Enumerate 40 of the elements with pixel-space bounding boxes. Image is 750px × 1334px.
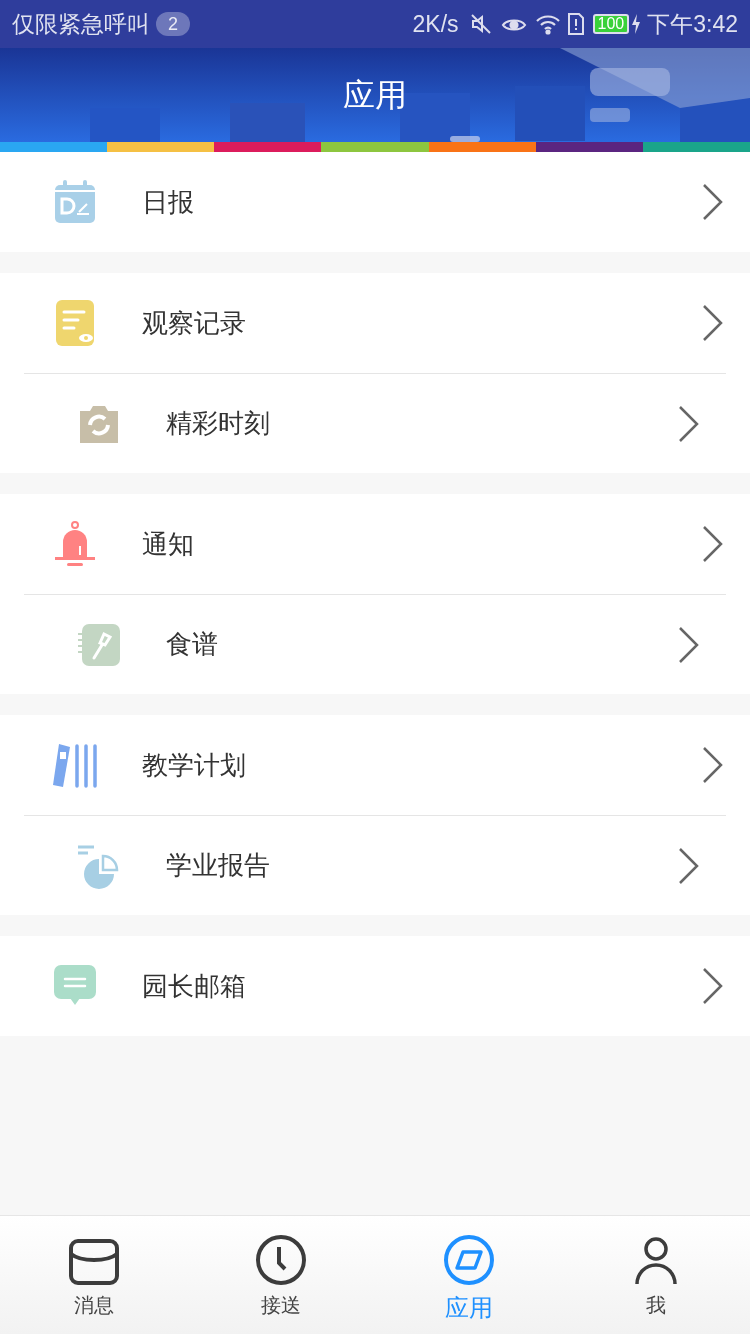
clock-time: 下午3:42 xyxy=(647,9,738,39)
person-icon xyxy=(634,1234,679,1286)
chevron-icon xyxy=(702,967,724,1005)
menu-item[interactable]: 日报 xyxy=(0,152,750,252)
mute-icon xyxy=(468,12,493,36)
menu-label: 通知 xyxy=(142,527,194,561)
menu-label: 教学计划 xyxy=(142,748,246,782)
menu-label: 学业报告 xyxy=(166,849,270,882)
compass-icon xyxy=(442,1234,495,1286)
network-speed: 2K/s xyxy=(412,9,459,39)
chevron-icon xyxy=(702,304,724,342)
chevron-icon xyxy=(678,846,700,885)
menu-label: 园长邮箱 xyxy=(142,969,246,1003)
chevron-icon xyxy=(702,183,724,221)
menu-item[interactable]: 园长邮箱 xyxy=(0,936,750,1036)
menu-item[interactable]: 学业报告 xyxy=(24,815,726,915)
menu-item[interactable]: 精彩时刻 xyxy=(24,373,726,473)
battery-indicator: 100 xyxy=(592,14,630,34)
menu-label: 食谱 xyxy=(166,628,218,661)
menu-label: 精彩时刻 xyxy=(166,407,270,440)
chevron-icon xyxy=(702,525,724,563)
chevron-icon xyxy=(678,404,700,443)
menu-item[interactable]: 观察记录 xyxy=(0,273,750,373)
chevron-icon xyxy=(678,625,700,664)
wifi-icon xyxy=(534,13,561,35)
tab-item[interactable]: 消息 xyxy=(0,1216,188,1334)
clock-icon xyxy=(255,1234,308,1286)
count-badge: 2 xyxy=(156,12,190,36)
menu-item[interactable]: 教学计划 xyxy=(0,715,750,815)
chevron-icon xyxy=(702,746,724,784)
menu-label: 日报 xyxy=(142,185,194,219)
sim-icon xyxy=(566,12,585,36)
notification-text: 仅限紧急呼叫 xyxy=(12,9,150,39)
menu-item[interactable]: 食谱 xyxy=(24,594,726,694)
tab-item[interactable]: 我 xyxy=(562,1216,750,1334)
menu-label: 观察记录 xyxy=(142,306,246,340)
books-icon xyxy=(50,742,100,788)
menu-item[interactable]: 通知 xyxy=(0,494,750,594)
tab-item[interactable]: 接送 xyxy=(187,1216,375,1334)
page-title: 应用 xyxy=(343,76,407,115)
